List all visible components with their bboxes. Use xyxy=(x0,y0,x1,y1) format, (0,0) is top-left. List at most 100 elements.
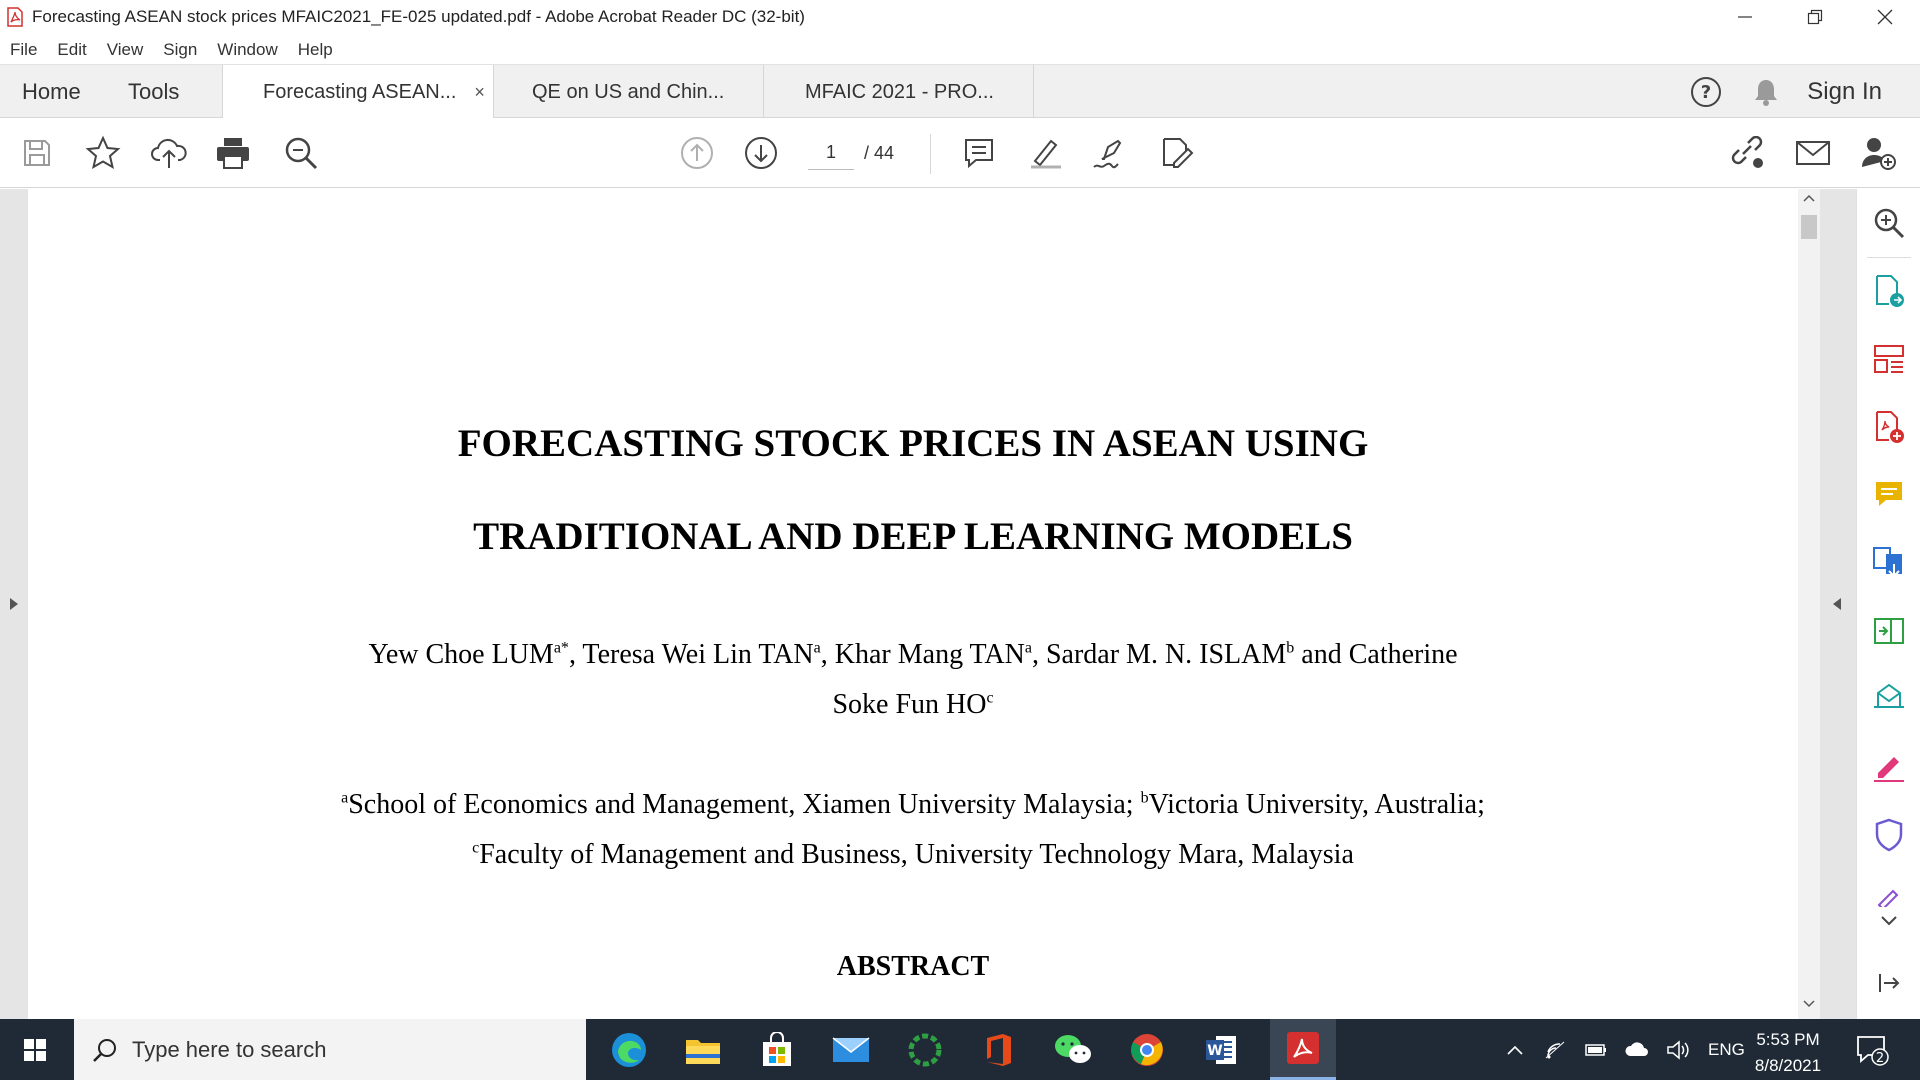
office-icon[interactable] xyxy=(966,1019,1032,1080)
menu-view[interactable]: View xyxy=(107,40,144,60)
collapse-pane-icon[interactable] xyxy=(1869,963,1909,1003)
cloud-upload-icon[interactable] xyxy=(146,130,192,176)
wifi-icon[interactable] xyxy=(1544,1040,1566,1060)
page-total: / 44 xyxy=(864,142,895,163)
doc-authors-line-1: Yew Choe LUMa*, Teresa Wei Lin TANa, Kha… xyxy=(368,639,1458,670)
doc-authors-line-2: Soke Fun HOc xyxy=(832,689,994,720)
comment-icon[interactable] xyxy=(956,130,1002,176)
sign-pen-icon[interactable] xyxy=(1088,130,1134,176)
save-icon[interactable] xyxy=(14,130,60,176)
comment-tool-icon[interactable] xyxy=(1869,475,1909,515)
menu-edit[interactable]: Edit xyxy=(57,40,86,60)
system-tray: ENG xyxy=(1506,1019,1745,1080)
tab-tools[interactable]: Tools xyxy=(128,65,179,118)
tab-close-icon[interactable]: × xyxy=(474,82,485,103)
doc-abstract-heading: ABSTRACT xyxy=(836,951,990,982)
notifications-icon[interactable]: 2 xyxy=(1850,1029,1894,1071)
doc-affiliation-line-2: cFaculty of Management and Business, Uni… xyxy=(472,839,1354,870)
tab-home[interactable]: Home xyxy=(22,65,81,118)
add-user-icon[interactable] xyxy=(1856,130,1902,176)
next-page-icon[interactable] xyxy=(738,130,784,176)
doc-title-line-1: FORECASTING STOCK PRICES IN ASEAN USING xyxy=(457,422,1369,465)
close-icon[interactable] xyxy=(1850,0,1920,34)
windows-taskbar: Type here to search W ENG 5:53 PM 8/8/20… xyxy=(0,1019,1920,1080)
svg-text:W: W xyxy=(1207,1043,1222,1059)
star-icon[interactable] xyxy=(80,130,126,176)
document-viewport[interactable]: FORECASTING STOCK PRICES IN ASEAN USING … xyxy=(0,189,1856,1019)
right-tools-pane xyxy=(1856,189,1920,1019)
print-icon[interactable] xyxy=(210,130,256,176)
taskbar-clock[interactable]: 5:53 PM 8/8/2021 xyxy=(1740,1027,1836,1079)
tab-document-qe[interactable]: QE on US and Chin... xyxy=(494,65,764,119)
minimize-icon[interactable] xyxy=(1710,0,1780,34)
window-title: Forecasting ASEAN stock prices MFAIC2021… xyxy=(32,7,805,26)
main-toolbar: 1 / 44 xyxy=(0,118,1920,188)
pane-divider xyxy=(1867,257,1911,258)
title-bar: Forecasting ASEAN stock prices MFAIC2021… xyxy=(0,0,1920,34)
tab-label: QE on US and Chin... xyxy=(532,80,725,103)
create-pdf-icon[interactable] xyxy=(1869,407,1909,447)
onedrive-cloud-icon[interactable] xyxy=(1624,1041,1650,1058)
tab-document-mfaic[interactable]: MFAIC 2021 - PRO... xyxy=(764,65,1034,119)
mail-icon[interactable] xyxy=(818,1019,884,1080)
notification-count: 2 xyxy=(1876,1051,1884,1066)
taskbar-search-box[interactable]: Type here to search xyxy=(74,1019,586,1080)
left-pane-expander[interactable] xyxy=(0,189,28,1019)
chrome-icon[interactable] xyxy=(1114,1019,1180,1080)
loading-app-icon[interactable] xyxy=(892,1019,958,1080)
volume-icon[interactable] xyxy=(1666,1039,1690,1060)
menu-file[interactable]: File xyxy=(10,40,37,60)
page-number-box: 1 / 44 xyxy=(808,132,898,174)
sign-in-link[interactable]: Sign In xyxy=(1807,78,1882,106)
protect-shield-icon[interactable] xyxy=(1869,815,1909,855)
combine-files-icon[interactable] xyxy=(1869,543,1909,583)
tab-label: Forecasting ASEAN... xyxy=(263,81,457,103)
chevron-up-icon[interactable] xyxy=(1506,1044,1524,1056)
clock-date: 8/8/2021 xyxy=(1754,1056,1822,1075)
fill-sign-icon[interactable] xyxy=(1154,130,1200,176)
restore-icon[interactable] xyxy=(1780,0,1850,34)
bell-icon[interactable] xyxy=(1747,73,1785,111)
menu-bar: File Edit View Sign Window Help xyxy=(0,36,353,64)
doc-title-line-2: TRADITIONAL AND DEEP LEARNING MODELS xyxy=(473,515,1353,558)
battery-icon[interactable] xyxy=(1582,1041,1608,1059)
wechat-icon[interactable] xyxy=(1040,1019,1106,1080)
email-icon[interactable] xyxy=(1790,130,1836,176)
clock-time: 5:53 PM xyxy=(1756,1030,1820,1049)
menu-window[interactable]: Window xyxy=(217,40,277,60)
doc-affiliation-line-1: aSchool of Economics and Management, Xia… xyxy=(341,789,1485,820)
tab-document-forecasting[interactable]: Forecasting ASEAN... × xyxy=(222,65,494,120)
windows-start-icon[interactable] xyxy=(14,1031,56,1069)
organize-pages-icon[interactable] xyxy=(1869,339,1909,379)
scroll-thumb[interactable] xyxy=(1801,215,1817,239)
svg-text:?: ? xyxy=(1701,82,1711,103)
acrobat-taskbar-icon[interactable] xyxy=(1270,1019,1336,1080)
share-link-icon[interactable] xyxy=(1724,130,1770,176)
send-for-review-icon[interactable] xyxy=(1869,679,1909,719)
scroll-down-icon[interactable] xyxy=(1798,999,1820,1015)
word-icon[interactable]: W xyxy=(1188,1019,1254,1080)
scroll-up-icon[interactable] xyxy=(1798,193,1820,209)
previous-page-icon[interactable] xyxy=(674,130,720,176)
menu-sign[interactable]: Sign xyxy=(163,40,197,60)
highlight-pen-icon[interactable] xyxy=(1022,130,1068,176)
compress-pdf-icon[interactable] xyxy=(1869,611,1909,651)
menu-help[interactable]: Help xyxy=(298,40,333,60)
zoom-search-icon[interactable] xyxy=(278,130,324,176)
search-zoom-icon[interactable] xyxy=(1869,203,1909,243)
search-icon xyxy=(92,1037,118,1063)
acrobat-icon xyxy=(4,6,26,28)
tab-label: MFAIC 2021 - PRO... xyxy=(805,80,994,103)
right-pane-collapse[interactable] xyxy=(1820,189,1854,1019)
chevron-down-icon[interactable] xyxy=(1869,901,1909,941)
window-controls xyxy=(1710,0,1920,34)
vertical-scrollbar[interactable] xyxy=(1798,189,1820,1019)
page-number-input[interactable]: 1 xyxy=(808,136,854,170)
fill-sign-tool-icon[interactable] xyxy=(1869,747,1909,787)
tab-bar: Home Tools Forecasting ASEAN... × QE on … xyxy=(0,64,1920,120)
edge-icon[interactable] xyxy=(596,1019,662,1080)
help-icon[interactable]: ? xyxy=(1687,73,1725,111)
store-icon[interactable] xyxy=(744,1019,810,1080)
file-explorer-icon[interactable] xyxy=(670,1019,736,1080)
export-pdf-icon[interactable] xyxy=(1869,271,1909,311)
